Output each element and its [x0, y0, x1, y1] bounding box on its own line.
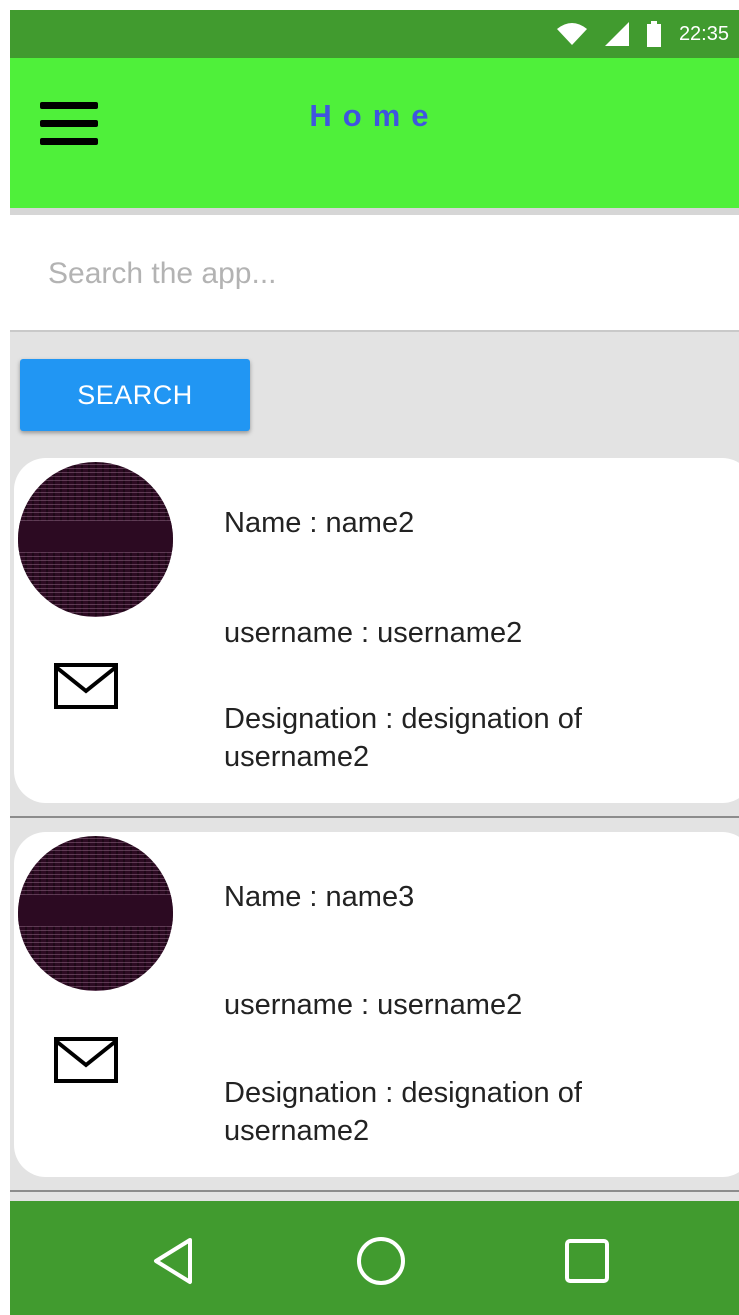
card-name: Name : name3	[224, 881, 415, 913]
card-designation: Designation : designation of username2	[224, 703, 582, 773]
screen: 22:35 Home SEARCH Name : name2 username …	[10, 10, 739, 1315]
avatar	[18, 462, 173, 617]
search-panel	[10, 215, 739, 332]
nav-bar	[10, 1201, 739, 1315]
user-card[interactable]: Name : name3 username : username2 Design…	[14, 832, 739, 1177]
user-card[interactable]: Name : name2 username : username2 Design…	[14, 458, 739, 803]
back-icon[interactable]	[148, 1234, 202, 1288]
wifi-icon	[556, 23, 587, 45]
status-bar: 22:35	[10, 10, 739, 58]
divider	[10, 208, 739, 215]
mail-icon[interactable]	[54, 1037, 118, 1083]
card-divider	[10, 1190, 739, 1192]
status-time: 22:35	[678, 22, 729, 45]
card-username: username : username2	[224, 989, 523, 1021]
mail-icon[interactable]	[54, 663, 118, 709]
avatar	[18, 836, 173, 991]
search-input[interactable]	[46, 245, 690, 303]
battery-icon	[646, 21, 661, 47]
card-name: Name : name2	[224, 507, 415, 539]
app-bar: Home	[10, 58, 739, 208]
home-icon[interactable]	[354, 1234, 408, 1288]
card-designation: Designation : designation of username2	[224, 1077, 582, 1147]
status-icons: 22:35	[556, 10, 729, 58]
card-username: username : username2	[224, 617, 523, 649]
page-title: Home	[309, 98, 440, 133]
card-divider	[10, 816, 739, 818]
recents-icon[interactable]	[560, 1234, 614, 1288]
search-button[interactable]: SEARCH	[20, 359, 250, 431]
signal-icon	[604, 22, 629, 46]
